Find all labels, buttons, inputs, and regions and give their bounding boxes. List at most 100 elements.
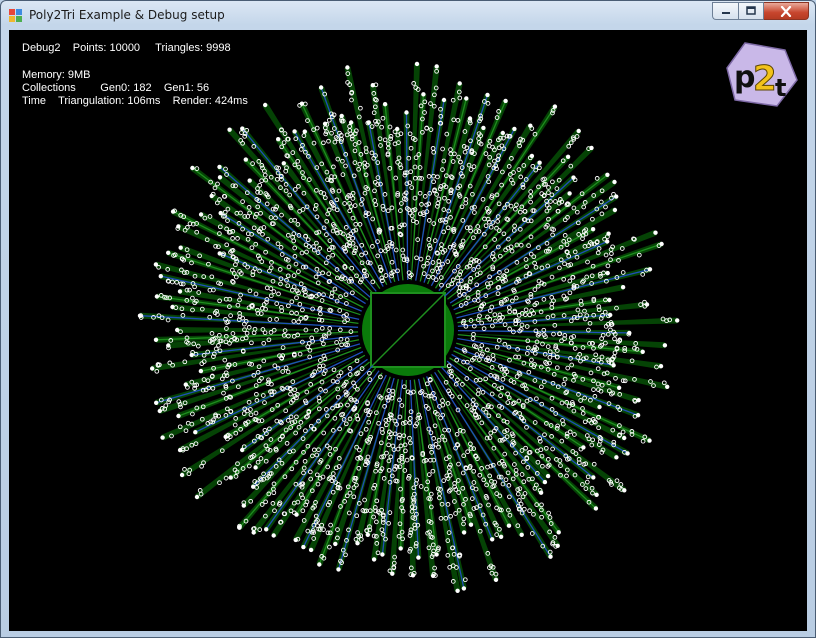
point xyxy=(321,430,327,436)
point xyxy=(614,455,619,460)
point xyxy=(454,357,460,363)
point xyxy=(285,369,291,375)
point xyxy=(529,357,534,363)
point xyxy=(176,413,181,419)
gen0-stat: Gen0: 182 xyxy=(100,82,152,94)
point xyxy=(308,547,314,553)
mode-label: Debug2 xyxy=(22,42,61,54)
point xyxy=(644,302,650,307)
point xyxy=(293,261,299,267)
point xyxy=(627,330,632,336)
point xyxy=(137,313,143,318)
maximize-button[interactable] xyxy=(738,2,764,20)
point xyxy=(665,384,670,389)
point xyxy=(606,231,611,236)
point xyxy=(541,297,547,302)
app-icon xyxy=(9,9,22,22)
point xyxy=(261,340,267,346)
point xyxy=(620,285,626,290)
point xyxy=(622,488,627,493)
point xyxy=(292,245,298,251)
point xyxy=(253,465,258,470)
point xyxy=(503,477,509,483)
maximize-icon xyxy=(746,6,756,15)
point xyxy=(614,194,619,199)
point xyxy=(294,512,299,517)
point xyxy=(431,436,437,441)
point xyxy=(293,537,298,543)
point xyxy=(279,212,284,218)
point xyxy=(607,297,612,303)
point xyxy=(556,530,561,535)
point xyxy=(166,343,171,348)
point xyxy=(335,394,341,400)
point xyxy=(460,382,465,387)
app-window: Poly2Tri Example & Debug setup Debug2 Po… xyxy=(0,0,816,638)
point xyxy=(498,393,503,398)
point xyxy=(271,533,276,538)
point xyxy=(263,102,268,108)
point xyxy=(264,285,270,291)
point xyxy=(581,445,586,450)
point xyxy=(305,237,311,243)
point xyxy=(430,573,436,578)
point xyxy=(178,245,183,250)
point xyxy=(318,387,323,392)
point xyxy=(336,567,341,572)
title-bar[interactable]: Poly2Tri Example & Debug setup xyxy=(1,1,815,30)
point xyxy=(493,577,499,582)
point xyxy=(297,351,303,357)
point xyxy=(237,525,242,530)
point xyxy=(425,255,431,261)
triangles-count: Triangles: 9998 xyxy=(155,42,231,54)
point xyxy=(223,434,228,439)
point xyxy=(524,351,530,356)
point xyxy=(370,83,375,88)
point xyxy=(301,544,306,550)
point xyxy=(545,344,551,349)
point xyxy=(190,165,195,171)
point xyxy=(337,308,343,313)
point xyxy=(158,274,163,279)
point xyxy=(548,554,553,559)
triangulation-visualization[interactable] xyxy=(9,30,807,631)
point xyxy=(640,349,645,354)
point xyxy=(594,492,599,497)
point xyxy=(351,380,356,386)
point xyxy=(545,473,551,479)
point xyxy=(659,241,664,247)
point xyxy=(542,479,548,485)
point xyxy=(529,153,535,159)
point xyxy=(571,175,576,180)
p2t-logo: p 2 t xyxy=(726,42,798,107)
point xyxy=(441,478,447,483)
point xyxy=(590,227,596,232)
point xyxy=(302,129,307,134)
point xyxy=(390,571,395,576)
render-canvas[interactable]: Debug2 Points: 10000 Triangles: 9998 Mem… xyxy=(9,30,807,631)
point xyxy=(567,191,572,196)
point xyxy=(534,396,539,402)
point xyxy=(611,363,616,368)
minimize-button[interactable] xyxy=(712,2,738,20)
point xyxy=(658,364,664,369)
point xyxy=(249,245,255,251)
point xyxy=(179,472,185,478)
point xyxy=(271,289,277,294)
point xyxy=(194,494,200,500)
point xyxy=(344,337,350,343)
point xyxy=(434,552,439,557)
point xyxy=(605,172,610,177)
point xyxy=(154,294,160,299)
point xyxy=(468,522,474,527)
point xyxy=(593,506,599,511)
point xyxy=(398,546,403,551)
point xyxy=(561,381,567,387)
point xyxy=(528,189,534,194)
point xyxy=(528,199,533,205)
point xyxy=(355,541,360,546)
point xyxy=(343,248,348,254)
close-button[interactable] xyxy=(764,2,809,20)
point xyxy=(153,337,159,342)
point xyxy=(647,438,652,443)
